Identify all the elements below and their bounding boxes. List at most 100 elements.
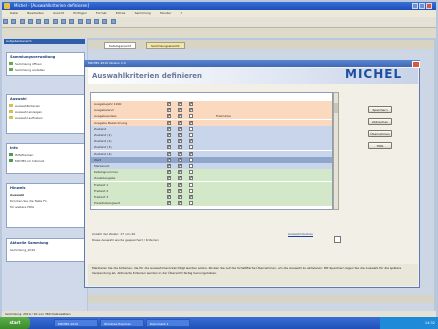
list-checkbox[interactable]: [178, 151, 182, 156]
criteria-row[interactable]: Katalognummer: [91, 169, 332, 176]
maximize-button[interactable]: [419, 3, 425, 9]
value-checkbox[interactable]: [167, 157, 171, 162]
menu-collection[interactable]: Sammlung: [135, 10, 151, 17]
list-checkbox[interactable]: [178, 188, 182, 193]
value-checkbox[interactable]: [167, 138, 171, 144]
active-checkbox[interactable]: [189, 120, 193, 125]
active-checkbox[interactable]: [189, 151, 193, 156]
value-checkbox[interactable]: [167, 107, 171, 113]
help-button[interactable]: Hilfe: [368, 142, 392, 149]
active-checkbox[interactable]: [189, 201, 193, 206]
value-checkbox[interactable]: [167, 194, 171, 199]
list-checkbox[interactable]: [178, 175, 182, 181]
cancel-button[interactable]: Abbrechen: [368, 118, 392, 125]
criteria-row[interactable]: Freitext 3: [91, 194, 332, 200]
menu-format[interactable]: Format: [96, 10, 107, 17]
criteria-row[interactable]: Zustand (4): [91, 150, 332, 157]
criteria-row[interactable]: Zusatzangabe: [91, 175, 332, 182]
value-checkbox[interactable]: [167, 101, 171, 106]
taskbar-item[interactable]: Dokument 1: [146, 319, 190, 327]
criteria-row[interactable]: Zustand (3): [91, 144, 332, 151]
save-button[interactable]: Speichern: [368, 106, 392, 113]
active-checkbox[interactable]: [189, 164, 193, 168]
minimize-button[interactable]: [412, 3, 418, 9]
criteria-row[interactable]: Freitext 1: [91, 181, 332, 188]
list-checkbox[interactable]: [178, 113, 182, 119]
menu-file[interactable]: Datei: [10, 10, 18, 17]
list-checkbox[interactable]: [178, 138, 182, 144]
criteria-row[interactable]: Freitext 2: [91, 187, 332, 194]
dialog-close-button[interactable]: [412, 61, 420, 68]
list-checkbox[interactable]: [178, 169, 182, 175]
active-checkbox[interactable]: [189, 170, 193, 175]
list-checkbox[interactable]: [178, 101, 182, 106]
active-checkbox[interactable]: [189, 133, 193, 137]
menu-view[interactable]: Ansicht: [53, 10, 64, 17]
active-checkbox[interactable]: [189, 182, 193, 187]
close-button[interactable]: [426, 3, 432, 9]
value-checkbox[interactable]: [167, 200, 171, 206]
active-checkbox[interactable]: [189, 101, 193, 106]
paste-icon[interactable]: [52, 19, 58, 24]
value-checkbox[interactable]: [167, 182, 171, 187]
list-checkbox[interactable]: [178, 144, 182, 150]
list-checkbox[interactable]: [178, 200, 182, 206]
zoom-icon[interactable]: [102, 19, 108, 24]
value-checkbox[interactable]: [167, 169, 171, 175]
tab-collection[interactable]: Sammlungsansicht: [146, 42, 185, 49]
print-icon[interactable]: [27, 19, 33, 24]
list-checkbox[interactable]: [178, 107, 182, 113]
list-checkbox[interactable]: [178, 194, 182, 199]
taskbar-item[interactable]: Windows Explorer: [100, 319, 144, 327]
help-icon[interactable]: [110, 19, 116, 24]
value-checkbox[interactable]: [167, 132, 171, 137]
active-checkbox[interactable]: [189, 107, 193, 113]
search-icon[interactable]: [77, 19, 83, 24]
criteria-row[interactable]: Ausgabe Bezeichnung: [91, 119, 332, 126]
redo-icon[interactable]: [69, 19, 75, 24]
menu-insert[interactable]: Einfügen: [73, 10, 86, 17]
menu-window[interactable]: Fenster: [160, 10, 171, 17]
criteria-row[interactable]: Ausgabeanlass Freimarke: [91, 113, 332, 120]
criteria-row[interactable]: Markenart: [91, 163, 332, 169]
criteria-row[interactable]: Ausgabejahr 1900: [91, 101, 332, 107]
active-checkbox[interactable]: [189, 145, 193, 150]
link-create-collection[interactable]: Sammlung erstellen: [7, 67, 84, 73]
list-checkbox[interactable]: [178, 120, 182, 125]
value-checkbox[interactable]: [167, 126, 171, 131]
active-checkbox[interactable]: [189, 114, 193, 119]
confirm-checkbox[interactable]: [334, 236, 341, 243]
menu-edit[interactable]: Bearbeiten: [27, 10, 43, 17]
value-checkbox[interactable]: [167, 120, 171, 125]
apply-button[interactable]: Übernehmen: [368, 130, 392, 137]
filter-icon[interactable]: [85, 19, 91, 24]
criteria-row[interactable]: Wert: [91, 156, 332, 163]
active-checkbox[interactable]: [189, 194, 193, 199]
criteria-row[interactable]: Ausgabeland: [91, 107, 332, 114]
list-checkbox[interactable]: [178, 126, 182, 131]
value-checkbox[interactable]: [167, 144, 171, 150]
value-checkbox[interactable]: [167, 175, 171, 181]
link-clear-selection[interactable]: Auswahl aufheben: [7, 115, 84, 121]
save-icon[interactable]: [19, 19, 25, 24]
value-checkbox[interactable]: [167, 163, 171, 168]
menu-help[interactable]: ?: [180, 10, 182, 17]
active-checkbox[interactable]: [189, 138, 193, 144]
list-checkbox[interactable]: [178, 132, 182, 137]
list-checkbox[interactable]: [178, 182, 182, 187]
sort-icon[interactable]: [94, 19, 100, 24]
list-checkbox[interactable]: [178, 163, 182, 168]
active-checkbox[interactable]: [189, 126, 193, 131]
criteria-row[interactable]: Zustand (1): [91, 132, 332, 138]
active-checkbox[interactable]: [189, 175, 193, 181]
start-button[interactable]: start: [0, 317, 30, 329]
tab-catalog[interactable]: Katalogansicht: [104, 42, 137, 49]
taskbar-item[interactable]: MICHEL 2010: [54, 319, 98, 327]
criteria-row[interactable]: Zustand: [91, 125, 332, 132]
active-checkbox[interactable]: [189, 188, 193, 193]
link-michel-online[interactable]: MICHEL im Internet: [7, 158, 84, 164]
value-checkbox[interactable]: [167, 188, 171, 193]
cut-icon[interactable]: [36, 19, 42, 24]
new-icon[interactable]: [3, 19, 8, 24]
current-collection-name[interactable]: Sammlung_2010: [7, 247, 84, 253]
